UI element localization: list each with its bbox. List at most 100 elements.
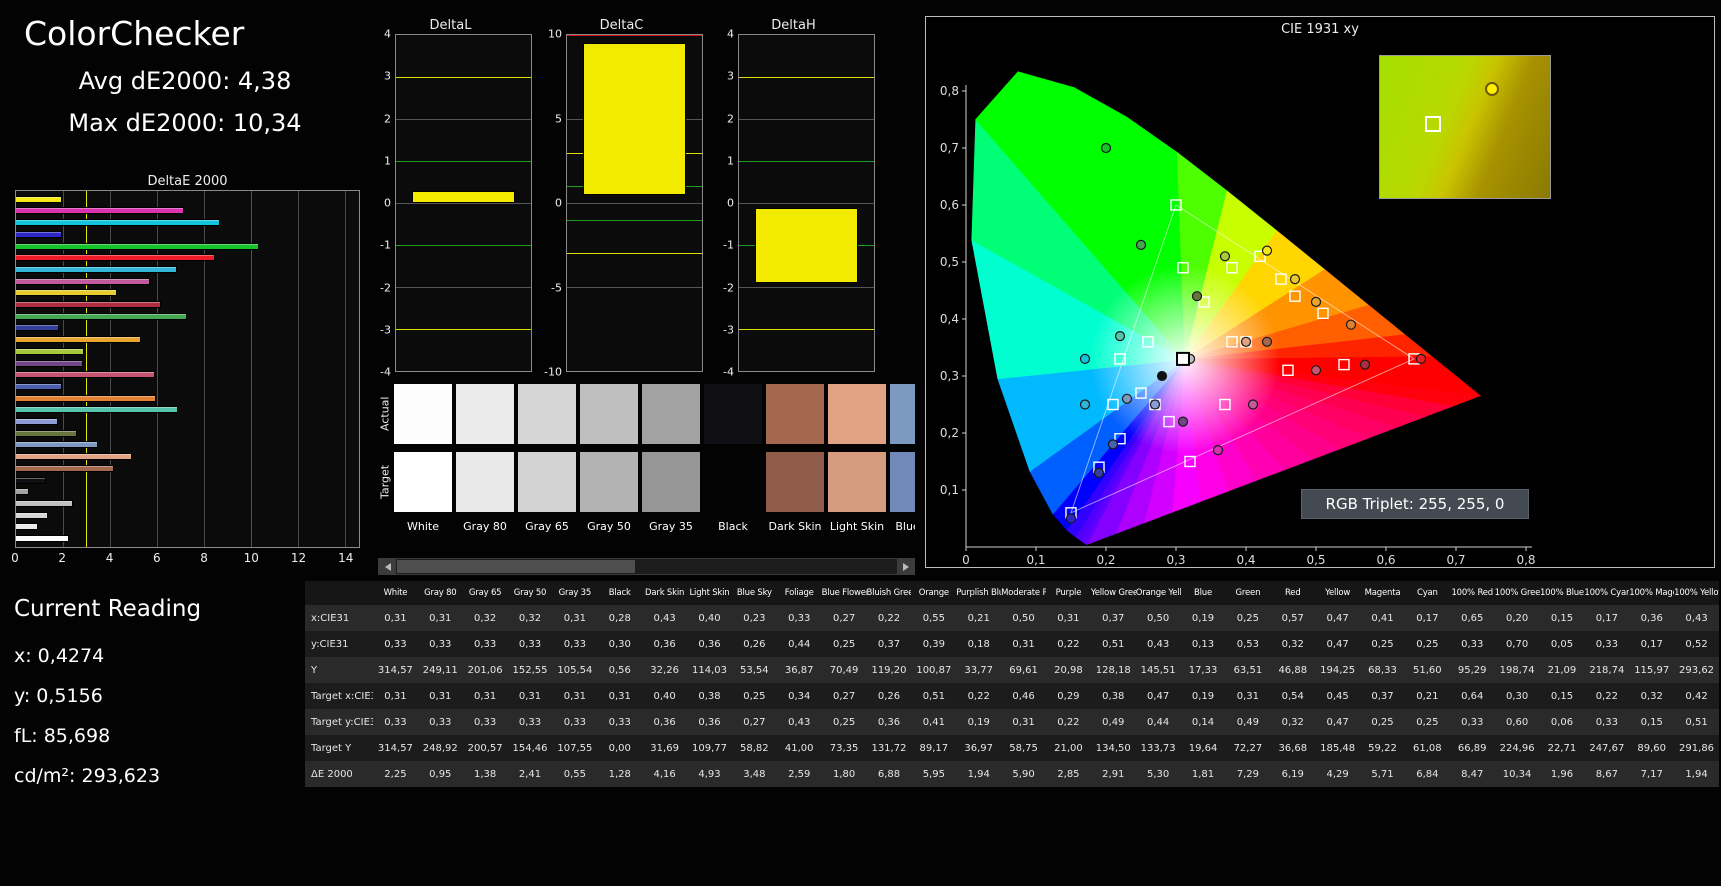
column-header: Gray 50 bbox=[513, 588, 547, 598]
actual-swatch[interactable] bbox=[518, 384, 576, 444]
de-bar bbox=[16, 488, 29, 496]
measured-point[interactable] bbox=[1079, 399, 1091, 410]
measured-point[interactable] bbox=[1135, 239, 1147, 250]
table-cell: 0,47 bbox=[1326, 716, 1349, 728]
de-bar bbox=[16, 476, 47, 484]
table-cell: 0,31 bbox=[1236, 690, 1260, 702]
table-cell: 7,29 bbox=[1236, 768, 1260, 780]
selected-point-marker[interactable] bbox=[1176, 351, 1190, 366]
delta-gridline bbox=[396, 119, 531, 120]
measured-point[interactable] bbox=[1310, 296, 1322, 307]
table-cell: 194,25 bbox=[1320, 664, 1356, 676]
scrollbar-thumb[interactable] bbox=[397, 560, 635, 573]
table-cell: 0,00 bbox=[608, 742, 631, 754]
actual-swatch[interactable] bbox=[766, 384, 824, 444]
table-cell: 0,33 bbox=[788, 612, 811, 624]
swatch-label: Black bbox=[718, 520, 748, 533]
colorchecker-header: ColorChecker Avg dE2000: 4,38 Max dE2000… bbox=[10, 14, 360, 137]
target-swatch[interactable] bbox=[828, 452, 886, 512]
delta-y-tick-label: -4 bbox=[723, 365, 734, 379]
de-x-tick-label: 12 bbox=[290, 551, 307, 565]
measured-point[interactable] bbox=[1149, 399, 1161, 410]
measurement-table: White Gray 80 Gray 65 Gray 50 Gray 35 Black Da… bbox=[305, 581, 1719, 787]
target-swatch[interactable] bbox=[766, 452, 824, 512]
scroll-right-button[interactable] bbox=[897, 559, 914, 574]
measured-point[interactable] bbox=[1240, 336, 1252, 347]
row-label: y:CIE31 bbox=[311, 638, 349, 650]
table-cell: 200,57 bbox=[467, 742, 503, 754]
measured-point[interactable] bbox=[1261, 336, 1273, 347]
measured-point[interactable] bbox=[1212, 445, 1224, 456]
measured-point[interactable] bbox=[1219, 251, 1231, 262]
column-header: 100% Red bbox=[1451, 588, 1493, 598]
measured-point[interactable] bbox=[1065, 513, 1077, 524]
delta-y-axis-labels: 4 3 2 1 0 -1 -2 -3 -4 bbox=[712, 28, 738, 379]
target-swatch[interactable] bbox=[890, 452, 915, 512]
actual-swatch[interactable] bbox=[456, 384, 514, 444]
de-bar bbox=[16, 464, 114, 472]
actual-swatch[interactable] bbox=[642, 384, 700, 444]
column-header: Gray 80 bbox=[424, 588, 457, 598]
column-header: 100% Green bbox=[1494, 588, 1540, 598]
actual-swatch[interactable] bbox=[704, 384, 762, 444]
target-swatch[interactable] bbox=[394, 452, 452, 512]
table-cell: 0,32 bbox=[1281, 716, 1304, 728]
measured-point[interactable] bbox=[1359, 359, 1371, 370]
table-cell: 0,33 bbox=[1595, 638, 1618, 650]
column-header: 100% Yellow bbox=[1674, 588, 1719, 598]
target-swatch[interactable] bbox=[642, 452, 700, 512]
actual-swatch[interactable] bbox=[828, 384, 886, 444]
measured-point[interactable] bbox=[1079, 353, 1091, 364]
swatch-scrollbar[interactable] bbox=[378, 558, 915, 575]
measured-point[interactable] bbox=[1415, 353, 1427, 364]
target-swatch[interactable] bbox=[580, 452, 638, 512]
de-bar bbox=[16, 359, 83, 367]
delta-y-tick-label: -2 bbox=[723, 281, 734, 294]
measured-point[interactable] bbox=[1100, 142, 1112, 154]
table-cell: 0,43 bbox=[788, 716, 811, 728]
target-swatch[interactable] bbox=[518, 452, 576, 512]
measured-point[interactable] bbox=[1156, 370, 1168, 382]
target-swatch[interactable] bbox=[456, 452, 514, 512]
measured-point[interactable] bbox=[1310, 365, 1322, 376]
table-cell: 0,53 bbox=[1236, 638, 1260, 650]
table-cell: 0,31 bbox=[384, 612, 407, 624]
target-swatch[interactable] bbox=[704, 452, 762, 512]
cie-x-tick-label: 0,1 bbox=[1026, 553, 1045, 567]
table-cell: 0,19 bbox=[1191, 612, 1215, 624]
measured-point[interactable] bbox=[1177, 416, 1189, 427]
actual-swatch[interactable] bbox=[394, 384, 452, 444]
delta-y-tick-label: 0 bbox=[555, 196, 562, 210]
table-cell: 0,42 bbox=[1685, 690, 1708, 702]
measured-point[interactable] bbox=[1289, 274, 1301, 285]
cie-y-tick-label: 0,5 bbox=[940, 255, 959, 269]
measured-point[interactable] bbox=[1247, 399, 1259, 410]
table-cell: 0,64 bbox=[1461, 690, 1484, 702]
table-cell: 0,51 bbox=[922, 690, 945, 702]
de-bar bbox=[16, 277, 151, 285]
actual-swatch[interactable] bbox=[890, 384, 915, 444]
table-cell: 131,72 bbox=[871, 742, 907, 754]
table-cell: 36,87 bbox=[784, 664, 814, 676]
table-cell: 69,61 bbox=[1009, 664, 1038, 676]
measured-point[interactable] bbox=[1261, 245, 1273, 256]
scroll-left-button[interactable] bbox=[379, 559, 396, 574]
measured-point[interactable] bbox=[1191, 291, 1203, 302]
table-cell: 185,48 bbox=[1320, 742, 1356, 754]
measured-point[interactable] bbox=[1093, 467, 1105, 478]
table-cell: 114,03 bbox=[691, 664, 727, 676]
swatch-label: Gray 50 bbox=[587, 520, 631, 533]
actual-swatch[interactable] bbox=[580, 384, 638, 444]
table-cell: 0,38 bbox=[698, 690, 721, 702]
measured-point[interactable] bbox=[1121, 393, 1133, 404]
table-cell: 2,59 bbox=[788, 768, 811, 780]
table-cell: 0,43 bbox=[1685, 612, 1708, 624]
measured-point[interactable] bbox=[1114, 331, 1126, 342]
measured-point[interactable] bbox=[1107, 439, 1119, 450]
table-cell: 0,36 bbox=[653, 716, 676, 728]
cie-y-tick-label: 0,4 bbox=[940, 312, 959, 326]
table-cell: 128,18 bbox=[1095, 664, 1131, 676]
table-cell: 0,22 bbox=[1057, 716, 1080, 728]
de-bar bbox=[16, 242, 259, 250]
measured-point[interactable] bbox=[1345, 319, 1357, 330]
